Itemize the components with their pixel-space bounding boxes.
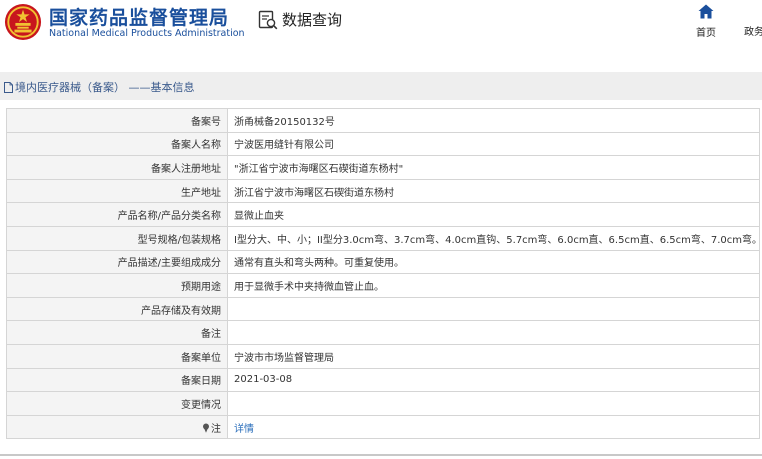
site-header: 国家药品监督管理局 National Medical Products Admi…	[0, 0, 762, 56]
section-header: 境内医疗器械（备案） ——基本信息	[0, 72, 762, 100]
field-value	[227, 320, 760, 345]
table-row: 备案日期 2021-03-08	[6, 367, 760, 393]
site-title[interactable]: 国家药品监督管理局	[49, 3, 229, 30]
field-label: 产品存储及有效期	[6, 296, 228, 322]
table-row: 生产地址 浙江省宁波市海曙区石碶街道东杨村	[6, 178, 760, 204]
data-query-icon	[258, 10, 278, 29]
field-value: 宁波市市场监督管理局	[227, 343, 760, 369]
field-label: 备案人名称	[6, 131, 228, 157]
field-label: 备案号	[6, 108, 228, 133]
nav-gov[interactable]: 政务	[744, 23, 762, 38]
field-label: 变更情况	[6, 391, 228, 416]
table-row: 产品存储及有效期	[6, 296, 760, 322]
section-title: 境内医疗器械（备案） ——基本信息	[4, 79, 195, 95]
document-icon	[4, 81, 13, 93]
home-icon[interactable]	[698, 4, 714, 19]
nav-home-label[interactable]: 首页	[688, 24, 724, 39]
table-row: 备案号 浙甬械备20150132号	[6, 108, 760, 133]
field-label: 备注	[6, 320, 228, 345]
pin-icon	[203, 423, 209, 433]
field-value: 浙江省宁波市海曙区石碶街道东杨村	[227, 178, 760, 204]
nav-home[interactable]: 首页	[688, 4, 724, 39]
field-value: 用于显微手术中夹持微血管止血。	[227, 273, 760, 298]
field-label: 生产地址	[6, 178, 228, 204]
page-divider	[0, 454, 762, 456]
data-query-heading: 数据查询	[258, 9, 342, 30]
field-value: 宁波医用缝针有限公司	[227, 131, 760, 157]
field-label: 型号规格/包装规格	[6, 225, 228, 251]
details-link[interactable]: 详情	[227, 414, 760, 440]
site-subtitle[interactable]: National Medical Products Administration	[49, 28, 245, 39]
field-label: 备案单位	[6, 343, 228, 369]
field-label: 产品名称/产品分类名称	[6, 202, 228, 227]
table-row: 预期用途 用于显微手术中夹持微血管止血。	[6, 273, 760, 298]
table-row: 备注	[6, 320, 760, 345]
field-value: 显微止血夹	[227, 202, 760, 227]
field-value: I型分大、中、小；II型分3.0cm弯、3.7cm弯、4.0cm直钩、5.7cm…	[227, 225, 760, 251]
field-label: 备案人注册地址	[6, 155, 228, 180]
field-label-note: 注	[6, 414, 228, 440]
table-row: 产品描述/主要组成成分 通常有直头和弯头两种。可重复使用。	[6, 249, 760, 275]
field-label: 备案日期	[6, 367, 228, 393]
note-label: 注	[211, 423, 221, 435]
field-label: 产品描述/主要组成成分	[6, 249, 228, 275]
table-row: 变更情况	[6, 391, 760, 416]
field-value	[227, 296, 760, 322]
field-value	[227, 391, 760, 416]
data-query-label: 数据查询	[282, 11, 343, 29]
table-row: 备案人注册地址 "浙江省宁波市海曙区石碶街道东杨村"	[6, 155, 760, 180]
table-row: 型号规格/包装规格 I型分大、中、小；II型分3.0cm弯、3.7cm弯、4.0…	[6, 225, 760, 251]
basic-info-table: 备案号 浙甬械备20150132号 备案人名称 宁波医用缝针有限公司 备案人注册…	[6, 108, 760, 440]
table-row: 注 详情	[6, 414, 760, 440]
field-value: 2021-03-08	[227, 367, 760, 393]
table-row: 备案单位 宁波市市场监督管理局	[6, 343, 760, 369]
field-value: 通常有直头和弯头两种。可重复使用。	[227, 249, 760, 275]
table-row: 备案人名称 宁波医用缝针有限公司	[6, 131, 760, 157]
section-title-text: 境内医疗器械（备案） ——基本信息	[15, 81, 195, 94]
national-emblem-icon[interactable]	[4, 3, 42, 41]
field-value: "浙江省宁波市海曙区石碶街道东杨村"	[227, 155, 760, 180]
field-label: 预期用途	[6, 273, 228, 298]
field-value: 浙甬械备20150132号	[227, 108, 760, 133]
table-row: 产品名称/产品分类名称 显微止血夹	[6, 202, 760, 227]
